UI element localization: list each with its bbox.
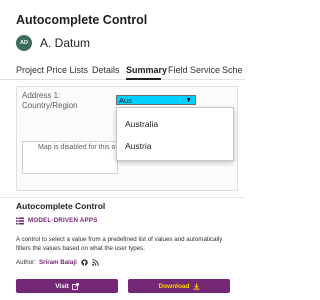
- rss-icon[interactable]: [91, 259, 99, 266]
- author-name[interactable]: Sriram Balaji: [39, 259, 77, 266]
- address-label: Address 1:: [22, 91, 61, 100]
- entity-header: AD A. Datum: [16, 34, 90, 52]
- tab-field-service[interactable]: Field Service: [168, 65, 220, 75]
- page-title: Autocomplete Control: [16, 13, 148, 27]
- dropdown-option-austria[interactable]: Austria: [125, 141, 151, 151]
- apps-grid-icon: [16, 217, 24, 224]
- download-button[interactable]: Download: [128, 279, 230, 293]
- active-tab-indicator: [126, 78, 161, 80]
- component-title: Autocomplete Control: [16, 201, 106, 211]
- github-icon[interactable]: [81, 259, 88, 266]
- tab-project-price-lists[interactable]: Project Price Lists: [16, 65, 88, 75]
- chevron-down-icon[interactable]: ▼: [185, 96, 192, 105]
- author-label: Author:: [16, 259, 36, 266]
- avatar: AD: [16, 35, 32, 51]
- category-label: MODEL-DRIVEN APPS: [28, 217, 98, 224]
- dropdown-option-australia[interactable]: Australia: [125, 119, 158, 129]
- visit-button-label: Visit: [55, 282, 69, 290]
- entity-name: A. Datum: [40, 36, 91, 50]
- author-row: Author: Sriram Balaji: [16, 258, 99, 267]
- country-input-value: Aus: [119, 96, 132, 105]
- tab-summary[interactable]: Summary: [126, 65, 167, 75]
- tab-bar: Project Price Lists Details Summary Fiel…: [0, 62, 245, 80]
- country-autocomplete-input[interactable]: Aus ▼: [116, 95, 196, 105]
- map-disabled-message: Map is disabled for this o: [38, 144, 116, 151]
- component-description: A control to select a value from a prede…: [16, 236, 223, 252]
- visit-button[interactable]: Visit: [16, 279, 118, 293]
- autocomplete-dropdown: Australia Austria: [116, 107, 234, 161]
- tab-details[interactable]: Details: [92, 65, 120, 75]
- country-region-label: Country/Region: [22, 101, 78, 110]
- download-icon: [193, 282, 200, 290]
- category-tag[interactable]: MODEL-DRIVEN APPS: [16, 216, 98, 225]
- download-button-label: Download: [158, 282, 190, 290]
- external-link-icon: [71, 282, 79, 290]
- tab-schedule[interactable]: Sche: [222, 65, 243, 75]
